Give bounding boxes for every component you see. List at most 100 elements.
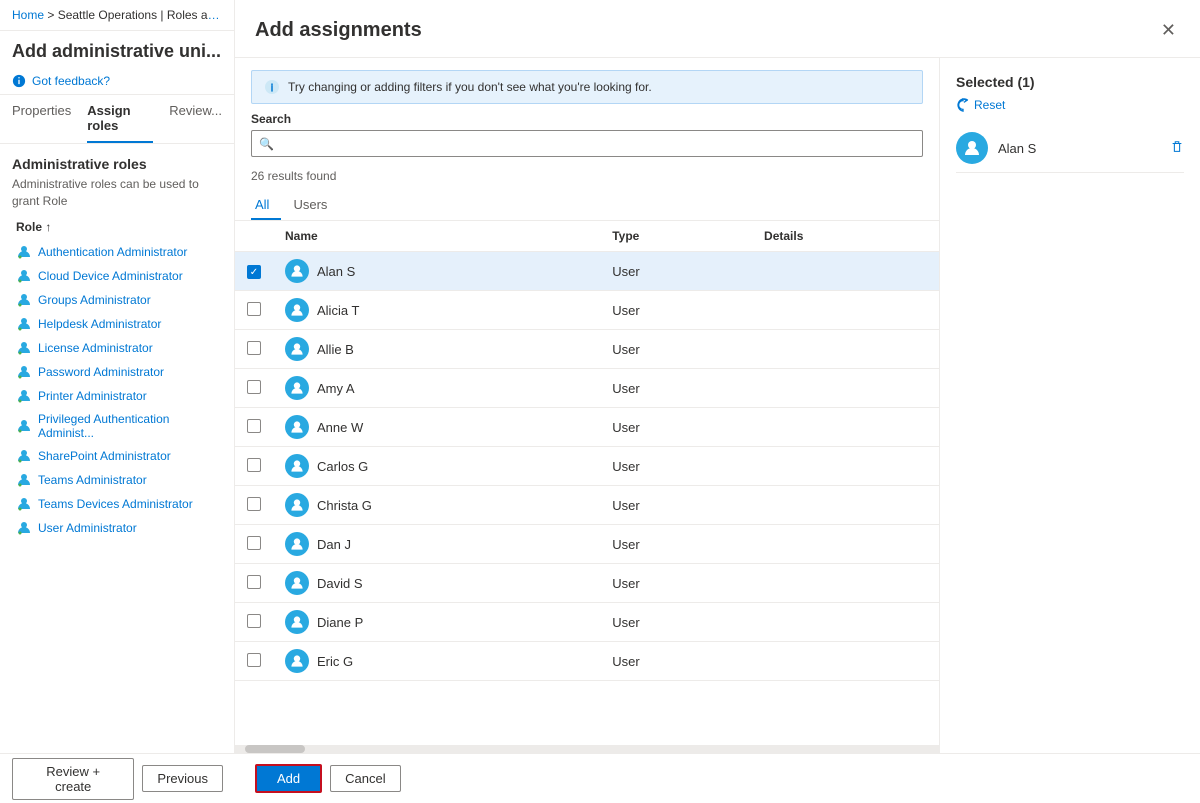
role-item-teams[interactable]: Teams Administrator	[12, 468, 222, 492]
breadcrumb-home[interactable]: Home	[12, 8, 44, 22]
tab-review[interactable]: Review...	[169, 95, 222, 143]
role-item-groups[interactable]: Groups Administrator	[12, 288, 222, 312]
feedback-icon	[12, 74, 26, 88]
row-checkbox[interactable]	[247, 536, 261, 550]
avatar	[956, 132, 988, 164]
table-row[interactable]: Dan JUser	[235, 525, 939, 564]
table-row[interactable]: Alicia TUser	[235, 291, 939, 330]
feedback-bar[interactable]: Got feedback?	[0, 68, 234, 95]
row-name-text: Amy A	[317, 381, 355, 396]
role-link-printer[interactable]: Printer Administrator	[38, 389, 147, 403]
reset-label: Reset	[974, 98, 1005, 112]
delete-icon	[1170, 140, 1184, 154]
row-name: Dan J	[273, 525, 600, 564]
row-name: Alan S	[273, 252, 600, 291]
role-item-teams-devices[interactable]: Teams Devices Administrator	[12, 492, 222, 516]
avatar	[285, 571, 309, 595]
role-link-groups[interactable]: Groups Administrator	[38, 293, 151, 307]
row-details	[752, 564, 939, 603]
row-checkbox[interactable]	[247, 653, 261, 667]
role-item-license[interactable]: License Administrator	[12, 336, 222, 360]
cancel-button[interactable]: Cancel	[330, 765, 400, 792]
tab-assign-roles[interactable]: Assign roles	[87, 95, 153, 143]
row-checkbox[interactable]	[247, 575, 261, 589]
user-role-icon	[16, 388, 32, 404]
row-type: User	[600, 369, 752, 408]
role-link-cloud-device[interactable]: Cloud Device Administrator	[38, 269, 183, 283]
avatar	[285, 649, 309, 673]
role-link-license[interactable]: License Administrator	[38, 341, 153, 355]
role-link-teams-devices[interactable]: Teams Devices Administrator	[38, 497, 193, 511]
role-list: Authentication Administrator Cloud Devic…	[12, 240, 222, 540]
row-checkbox[interactable]	[247, 265, 261, 279]
role-item-helpdesk[interactable]: Helpdesk Administrator	[12, 312, 222, 336]
table-row[interactable]: Anne WUser	[235, 408, 939, 447]
user-avatar-icon	[962, 138, 982, 158]
breadcrumb: Home > Seattle Operations | Roles and...	[0, 0, 234, 31]
role-item-user-admin[interactable]: User Administrator	[12, 516, 222, 540]
row-checkbox[interactable]	[247, 302, 261, 316]
role-item-printer[interactable]: Printer Administrator	[12, 384, 222, 408]
close-button[interactable]: ✕	[1157, 16, 1180, 45]
role-item-privileged-auth[interactable]: Privileged Authentication Administ...	[12, 408, 222, 444]
row-checkbox[interactable]	[247, 614, 261, 628]
user-role-icon	[16, 448, 32, 464]
search-label: Search	[251, 112, 923, 126]
row-type: User	[600, 252, 752, 291]
role-item-cloud-device[interactable]: Cloud Device Administrator	[12, 264, 222, 288]
row-checkbox[interactable]	[247, 419, 261, 433]
table-row[interactable]: David SUser	[235, 564, 939, 603]
horizontal-scrollbar[interactable]	[235, 745, 939, 753]
role-link-authentication[interactable]: Authentication Administrator	[38, 245, 187, 259]
review-create-button[interactable]: Review + create	[12, 758, 134, 800]
row-checkbox[interactable]	[247, 497, 261, 511]
row-name: Alicia T	[273, 291, 600, 330]
row-checkbox[interactable]	[247, 380, 261, 394]
avatar	[285, 337, 309, 361]
role-link-teams[interactable]: Teams Administrator	[38, 473, 147, 487]
hscroll-thumb[interactable]	[245, 745, 305, 753]
row-type: User	[600, 642, 752, 681]
info-bar: Try changing or adding filters if you do…	[251, 70, 923, 104]
table-row[interactable]: Carlos GUser	[235, 447, 939, 486]
delete-selected-user-button[interactable]	[1170, 140, 1184, 157]
selected-panel: Selected (1) Reset Alan S	[940, 58, 1200, 753]
role-link-privileged-auth[interactable]: Privileged Authentication Administ...	[38, 412, 218, 440]
filter-tab-all[interactable]: All	[251, 191, 281, 220]
row-checkbox[interactable]	[247, 458, 261, 472]
tab-properties[interactable]: Properties	[12, 95, 71, 143]
table-row[interactable]: Allie BUser	[235, 330, 939, 369]
reset-button[interactable]: Reset	[956, 98, 1184, 112]
results-table-wrap[interactable]: Name Type Details Alan SUserAlicia TUser…	[235, 221, 939, 745]
table-row[interactable]: Alan SUser	[235, 252, 939, 291]
role-item-authentication[interactable]: Authentication Administrator	[12, 240, 222, 264]
modal-body: Try changing or adding filters if you do…	[235, 58, 1200, 753]
table-row[interactable]: Amy A User	[235, 369, 939, 408]
page-wrapper: Home > Seattle Operations | Roles and...…	[0, 0, 1200, 803]
filter-tab-users[interactable]: Users	[289, 191, 339, 220]
role-item-password[interactable]: Password Administrator	[12, 360, 222, 384]
admin-roles-section: Administrative roles Administrative role…	[0, 144, 234, 552]
user-role-icon	[16, 268, 32, 284]
table-row[interactable]: Eric GUser	[235, 642, 939, 681]
role-link-user-admin[interactable]: User Administrator	[38, 521, 137, 535]
role-link-password[interactable]: Password Administrator	[38, 365, 164, 379]
table-row[interactable]: Diane PUser	[235, 603, 939, 642]
previous-button[interactable]: Previous	[142, 765, 223, 792]
avatar	[285, 454, 309, 478]
user-role-icon	[16, 496, 32, 512]
add-button[interactable]: Add	[255, 764, 322, 793]
selected-title: Selected (1)	[956, 74, 1184, 90]
role-link-helpdesk[interactable]: Helpdesk Administrator	[38, 317, 161, 331]
search-input[interactable]	[251, 130, 923, 157]
table-row[interactable]: Christa GUser	[235, 486, 939, 525]
role-item-sharepoint[interactable]: SharePoint Administrator	[12, 444, 222, 468]
row-details	[752, 369, 939, 408]
page-title: Add administrative uni...	[0, 31, 234, 68]
row-name-text: Allie B	[317, 342, 354, 357]
col-name: Name	[273, 221, 600, 252]
user-role-icon	[16, 472, 32, 488]
role-link-sharepoint[interactable]: SharePoint Administrator	[38, 449, 171, 463]
row-type: User	[600, 603, 752, 642]
row-checkbox[interactable]	[247, 341, 261, 355]
